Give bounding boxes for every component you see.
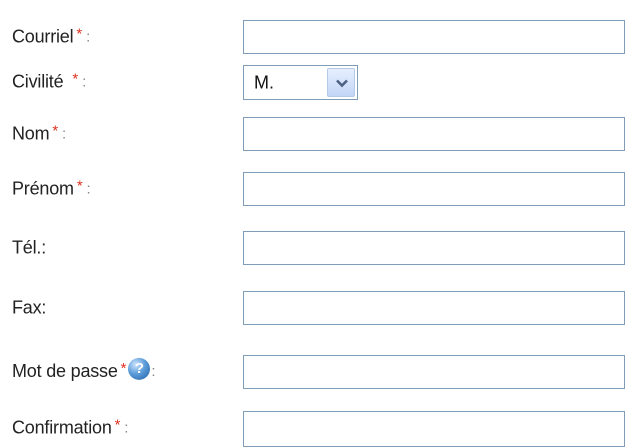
confirmation-label: Confirmation *:: [12, 416, 129, 439]
form-row-civilite: Civilité *: M.: [0, 62, 635, 102]
courriel-label: Courriel *:: [12, 25, 91, 48]
fax-label-text: Fax: [12, 297, 42, 318]
courriel-label-text: Courriel: [12, 26, 74, 47]
required-marker: *: [76, 25, 83, 43]
mot-de-passe-input[interactable]: [243, 355, 625, 389]
form-row-nom: Nom *:: [0, 114, 635, 154]
form-row-confirmation: Confirmation *:: [0, 408, 635, 448]
label-colon: :: [151, 362, 156, 380]
civilite-select[interactable]: M.: [243, 65, 358, 100]
required-marker: *: [120, 359, 127, 377]
label-colon: :: [41, 237, 47, 258]
mot-de-passe-label-text: Mot de passe: [12, 360, 118, 381]
civilite-label: Civilité *:: [12, 70, 87, 93]
dropdown-button[interactable]: [327, 68, 355, 97]
civilite-selected-value: M.: [254, 72, 274, 92]
nom-input[interactable]: [243, 117, 625, 151]
required-marker: *: [72, 70, 79, 88]
help-icon[interactable]: ?: [128, 358, 151, 381]
label-colon: :: [124, 419, 129, 437]
form-row-courriel: Courriel *:: [0, 17, 635, 57]
chevron-down-icon: [336, 79, 348, 88]
form-row-tel: Tél.:: [0, 228, 635, 268]
label-colon: :: [41, 297, 47, 318]
label-colon: :: [62, 125, 67, 143]
courriel-input[interactable]: [243, 20, 625, 54]
confirmation-input[interactable]: [243, 411, 625, 447]
form-row-mot-de-passe: Mot de passe *?:: [0, 352, 635, 392]
tel-label: Tél.:: [12, 238, 46, 259]
tel-input[interactable]: [243, 231, 625, 265]
form-row-fax: Fax:: [0, 288, 635, 328]
civilite-label-text: Civilité: [12, 71, 64, 92]
fax-label: Fax:: [12, 298, 46, 319]
tel-label-text: Tél.: [12, 237, 42, 258]
fax-input[interactable]: [243, 291, 625, 325]
nom-label: Nom *:: [12, 122, 67, 145]
label-colon: :: [86, 180, 91, 198]
mot-de-passe-label: Mot de passe *?:: [12, 358, 156, 383]
label-colon: :: [82, 73, 87, 91]
confirmation-label-text: Confirmation: [12, 417, 112, 438]
prenom-input[interactable]: [243, 172, 625, 206]
required-marker: *: [52, 122, 59, 140]
label-colon: :: [86, 28, 91, 46]
nom-label-text: Nom: [12, 123, 50, 144]
required-marker: *: [76, 177, 83, 195]
form-row-prenom: Prénom *:: [0, 169, 635, 209]
prenom-label: Prénom *:: [12, 177, 91, 200]
required-marker: *: [114, 416, 121, 434]
prenom-label-text: Prénom: [12, 178, 74, 199]
